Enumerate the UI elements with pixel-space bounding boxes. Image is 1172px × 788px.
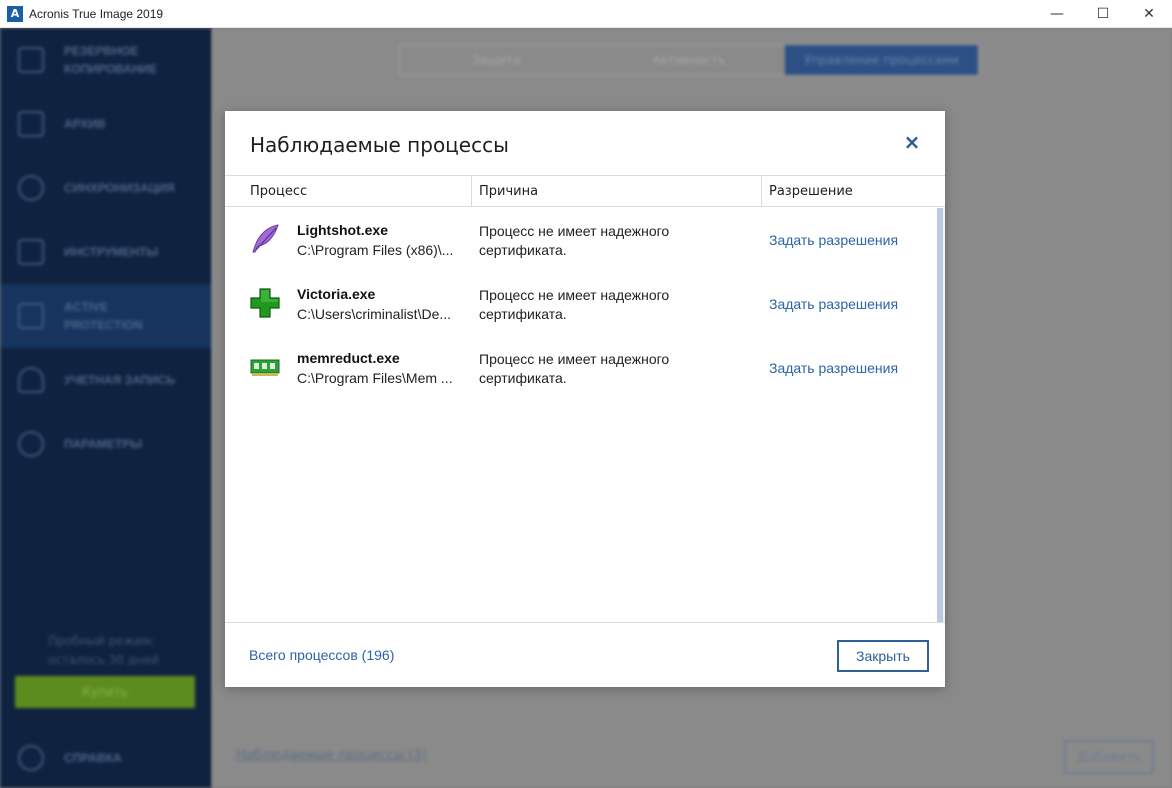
process-name: Victoria.exe: [297, 286, 376, 302]
process-reason: Процесс не имеет надежного сертификата.: [479, 223, 670, 258]
feather-icon: [250, 224, 280, 254]
column-header-process[interactable]: Процесс: [250, 176, 307, 206]
sidebar-item-active-protection[interactable]: ACTIVE PROTECTION: [0, 284, 212, 348]
close-icon[interactable]: ×: [901, 131, 923, 153]
set-permissions-link[interactable]: Задать разрешения: [769, 296, 898, 312]
table-row: Lightshot.exe C:\Program Files (x86)\...…: [225, 208, 937, 272]
table-row: memreduct.exe C:\Program Files\Mem ... П…: [225, 336, 937, 400]
set-permissions-link[interactable]: Задать разрешения: [769, 232, 898, 248]
maximize-button[interactable]: ☐: [1080, 0, 1126, 28]
sidebar: РЕЗЕРВНОЕ КОПИРОВАНИЕ АРХИВ СИНХРОНИЗАЦИ…: [0, 28, 212, 788]
set-permissions-link[interactable]: Задать разрешения: [769, 360, 898, 376]
help-icon: [18, 745, 44, 771]
backup-icon: [18, 47, 44, 73]
sidebar-item-label: ПАРАМЕТРЫ: [64, 437, 142, 451]
tab-protection[interactable]: Защита: [400, 45, 593, 75]
table-row: Victoria.exe C:\Users\criminalist\De... …: [225, 272, 937, 336]
process-list: Lightshot.exe C:\Program Files (x86)\...…: [225, 208, 937, 622]
memory-chip-icon: [250, 352, 280, 382]
minimize-button[interactable]: —: [1034, 0, 1080, 28]
sidebar-item-label: АРХИВ: [64, 117, 106, 131]
monitored-processes-link[interactable]: Наблюдаемые процессы (3): [236, 748, 427, 763]
sidebar-item-label: ACTIVE PROTECTION: [64, 300, 143, 332]
tab-activity[interactable]: Активность: [593, 45, 786, 75]
window-close-button[interactable]: ✕: [1126, 0, 1172, 28]
settings-icon: [18, 431, 44, 457]
sidebar-item-backup[interactable]: РЕЗЕРВНОЕ КОПИРОВАНИЕ: [0, 28, 212, 92]
close-button[interactable]: Закрыть: [837, 640, 929, 672]
column-divider[interactable]: [761, 176, 762, 206]
process-path: C:\Program Files\Mem ...: [297, 370, 453, 386]
dialog-footer: Всего процессов (196) Закрыть: [225, 622, 945, 687]
process-name: memreduct.exe: [297, 350, 400, 366]
sidebar-item-sync[interactable]: СИНХРОНИЗАЦИЯ: [0, 156, 212, 220]
all-processes-link[interactable]: Всего процессов (196): [249, 647, 394, 663]
tools-icon: [18, 239, 44, 265]
scrollbar[interactable]: [937, 208, 945, 622]
process-name: Lightshot.exe: [297, 222, 389, 238]
process-path: C:\Users\criminalist\De...: [297, 306, 452, 322]
dialog-title: Наблюдаемые процессы: [250, 133, 509, 157]
column-header-reason[interactable]: Причина: [479, 176, 538, 206]
window-title: Acronis True Image 2019: [29, 6, 164, 21]
archive-icon: [18, 111, 44, 137]
column-divider[interactable]: [471, 176, 472, 206]
sidebar-item-label: СИНХРОНИЗАЦИЯ: [64, 181, 175, 195]
green-cross-icon: [250, 288, 280, 318]
tab-process-management[interactable]: Управление процессами: [785, 45, 979, 75]
window-controls: — ☐ ✕: [1034, 0, 1172, 28]
sidebar-item-settings[interactable]: ПАРАМЕТРЫ: [0, 412, 212, 476]
buy-button[interactable]: Купить: [15, 676, 195, 708]
process-reason: Процесс не имеет надежного сертификата.: [479, 287, 670, 322]
sidebar-item-account[interactable]: УЧЕТНАЯ ЗАПИСЬ: [0, 348, 212, 412]
sidebar-item-label: УЧЕТНАЯ ЗАПИСЬ: [64, 373, 176, 387]
monitored-processes-dialog: Наблюдаемые процессы × Процесс Причина Р…: [225, 111, 945, 687]
scrollbar-thumb[interactable]: [937, 208, 943, 622]
app-logo-icon: A: [7, 5, 23, 22]
sync-icon: [18, 175, 44, 201]
table-header: Процесс Причина Разрешение: [225, 175, 945, 207]
sidebar-item-help[interactable]: СПРАВКА: [0, 726, 212, 788]
process-reason: Процесс не имеет надежного сертификата.: [479, 351, 670, 386]
column-header-permission[interactable]: Разрешение: [769, 176, 853, 206]
tab-bar: Защита Активность Управление процессами: [399, 44, 979, 76]
sidebar-item-label: РЕЗЕРВНОЕ КОПИРОВАНИЕ: [64, 44, 158, 76]
sidebar-item-archive[interactable]: АРХИВ: [0, 92, 212, 156]
shield-icon: [18, 303, 44, 329]
account-icon: [18, 367, 44, 393]
sidebar-item-label: СПРАВКА: [64, 751, 122, 765]
trial-status: Пробный режим: осталось 30 дней: [48, 634, 160, 667]
sidebar-item-tools[interactable]: ИНСТРУМЕНТЫ: [0, 220, 212, 284]
add-button[interactable]: Добавить: [1064, 740, 1154, 774]
title-bar: A Acronis True Image 2019 — ☐ ✕: [0, 0, 1172, 28]
process-path: C:\Program Files (x86)\...: [297, 242, 454, 258]
sidebar-item-label: ИНСТРУМЕНТЫ: [64, 245, 159, 259]
